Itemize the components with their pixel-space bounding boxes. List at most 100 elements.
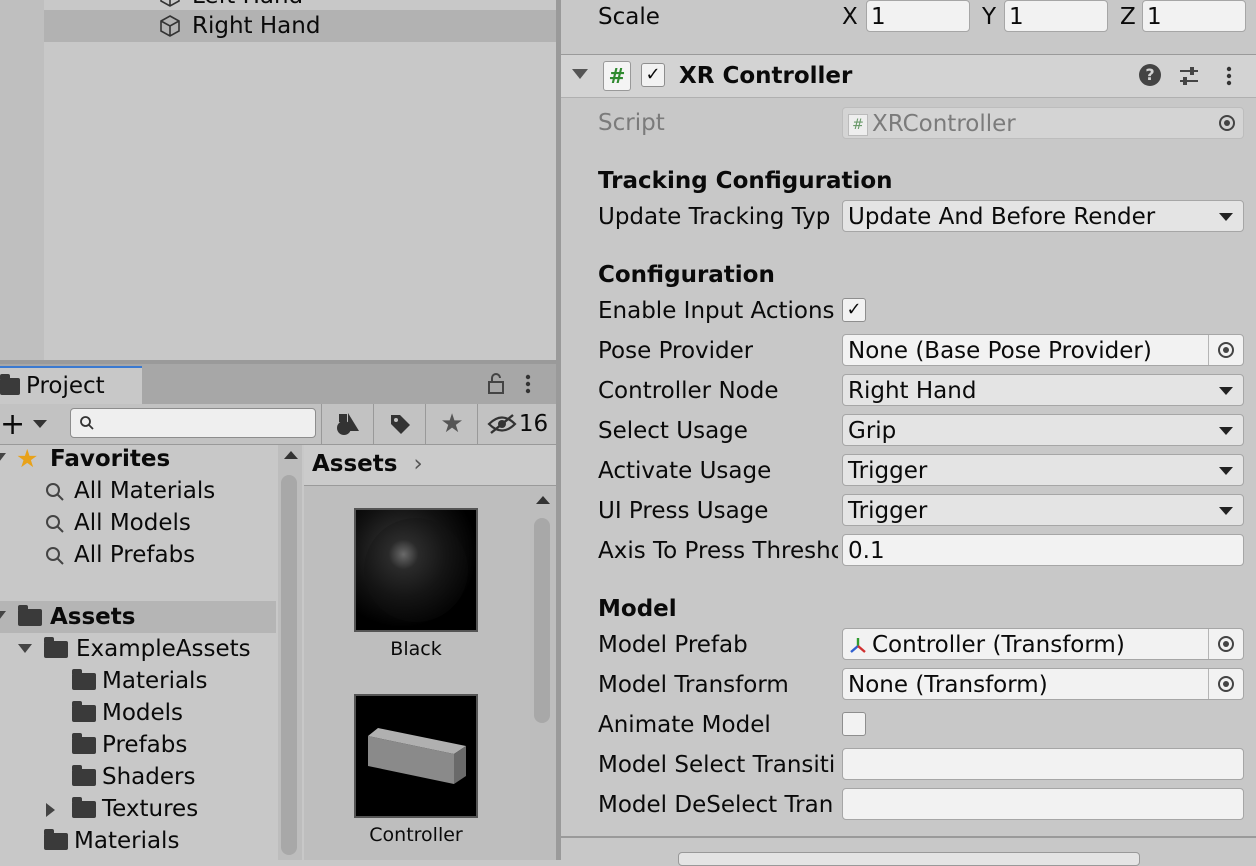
folder-icon [44,829,68,850]
asset-thumbnail-black-material[interactable] [354,508,478,632]
object-picker-button[interactable] [1208,669,1243,699]
update-tracking-label: Update Tracking Typ [598,204,831,230]
scale-x-input[interactable]: 1 [866,0,970,32]
asset-label: Controller [369,824,463,846]
object-field-value: None (Transform) [848,672,1048,698]
scale-z-input[interactable]: 1 [1142,0,1246,32]
tree-scrollbar[interactable] [278,445,302,860]
scale-x-label: X [842,4,858,30]
breadcrumb: Assets › [304,445,556,486]
select-usage-dropdown[interactable]: Grip [842,414,1244,446]
chevron-down-icon [1219,387,1233,395]
dropdown-value: Update And Before Render [848,204,1156,230]
help-icon[interactable]: ? [1139,64,1161,86]
update-tracking-dropdown[interactable]: Update And Before Render [842,200,1244,232]
model-select-transition-label: Model Select Transiti [598,752,836,778]
scrollbar-thumb[interactable] [534,518,550,723]
tree-item-example-assets[interactable]: ExampleAssets [0,633,276,665]
shapes-icon [337,413,359,435]
controller-node-label: Controller Node [598,378,779,404]
project-search-input[interactable] [70,408,316,438]
tree-item-label: Materials [74,828,180,854]
object-picker-icon [1218,342,1234,358]
model-select-transition-input[interactable] [842,748,1244,780]
model-prefab-label: Model Prefab [598,632,748,658]
configuration-header: Configuration [598,262,775,288]
search-icon [80,416,94,430]
create-dropdown-button[interactable]: + [0,404,60,444]
tree-item-prefabs[interactable]: Prefabs [72,729,187,761]
search-icon [46,482,64,501]
presets-sliders-icon[interactable] [1177,64,1201,88]
chevron-right-icon: › [413,451,423,477]
scale-y-input[interactable]: 1 [1004,0,1108,32]
component-menu-icon[interactable] [1223,64,1235,88]
search-input[interactable] [99,411,309,435]
component-enabled-checkbox[interactable]: ✓ [641,63,665,87]
hidden-packages-toggle[interactable]: 16 [477,404,557,444]
checkmark-icon: ✓ [645,64,661,85]
tree-item-textures[interactable]: Textures [46,793,198,825]
script-file-icon: # [848,113,868,136]
tree-item-label: Shaders [102,764,196,790]
scroll-up-icon[interactable] [284,451,298,459]
eye-slash-icon [487,414,517,434]
select-usage-label: Select Usage [598,418,748,444]
tree-item-label: Textures [102,796,199,822]
activate-usage-dropdown[interactable]: Trigger [842,454,1244,486]
axis-to-press-input[interactable]: 0.1 [842,534,1244,566]
tree-item-label: All Materials [74,478,216,504]
tree-item-materials-sub[interactable]: Materials [72,665,207,697]
foldout-arrow-icon[interactable] [572,69,588,79]
object-picker-icon [1218,676,1234,692]
ui-press-usage-dropdown[interactable]: Trigger [842,494,1244,526]
tree-item-models[interactable]: Models [72,697,183,729]
filter-by-type-button[interactable] [321,404,374,444]
object-picker-button[interactable] [1208,335,1243,365]
lock-icon[interactable] [486,372,506,396]
tree-item-all-models[interactable]: All Models [44,507,191,539]
animate-model-checkbox[interactable] [842,712,866,736]
object-picker-button[interactable] [1208,629,1243,659]
tree-item-label: Materials [102,668,208,694]
tree-item-all-prefabs[interactable]: All Prefabs [44,539,195,571]
tracking-config-header: Tracking Configuration [598,168,893,194]
add-component-button[interactable] [678,852,1140,866]
model-transform-field[interactable]: None (Transform) [842,668,1244,700]
enable-input-actions-checkbox[interactable]: ✓ [842,298,866,322]
more-options-icon[interactable] [522,372,534,396]
asset-label: Black [390,638,442,660]
tree-item-label: All Models [74,510,191,536]
pose-provider-field[interactable]: None (Base Pose Provider) [842,334,1244,366]
tree-item-shaders[interactable]: Shaders [72,761,195,793]
scroll-up-icon[interactable] [536,496,550,504]
assets-scrollbar[interactable] [530,488,556,860]
hierarchy-item-right-hand[interactable]: Right Hand [44,10,556,42]
breadcrumb-assets[interactable]: Assets [312,451,397,477]
expand-arrow-icon [18,644,32,653]
asset-thumbnail-controller[interactable] [354,694,478,818]
tag-icon [391,415,410,434]
tree-item-assets[interactable]: Assets [0,601,276,633]
model-prefab-field[interactable]: Controller (Transform) [842,628,1244,660]
component-header[interactable]: # ✓ XR Controller ? [561,54,1256,98]
animate-model-label: Animate Model [598,712,771,738]
collapse-arrow-icon [46,802,55,817]
scrollbar-thumb[interactable] [281,475,297,855]
tree-item-label: All Prefabs [74,542,196,568]
tab-project[interactable]: Project [0,366,142,406]
tree-item-materials[interactable]: Materials [44,825,179,857]
tree-item-favorites[interactable]: ★ Favorites [0,443,276,475]
object-picker-icon [1218,636,1234,652]
controller-node-dropdown[interactable]: Right Hand [842,374,1244,406]
tree-item-all-materials[interactable]: All Materials [44,475,215,507]
chevron-down-icon [1219,467,1233,475]
filter-by-label-button[interactable] [373,404,426,444]
model-deselect-transition-input[interactable] [842,788,1244,820]
folder-icon [72,765,96,786]
object-field-value: Controller (Transform) [872,632,1125,658]
favorites-filter-button[interactable]: ★ [425,404,478,444]
tree-item-label: Prefabs [102,732,188,758]
dropdown-value: Right Hand [848,378,977,404]
chevron-down-icon [1219,507,1233,515]
